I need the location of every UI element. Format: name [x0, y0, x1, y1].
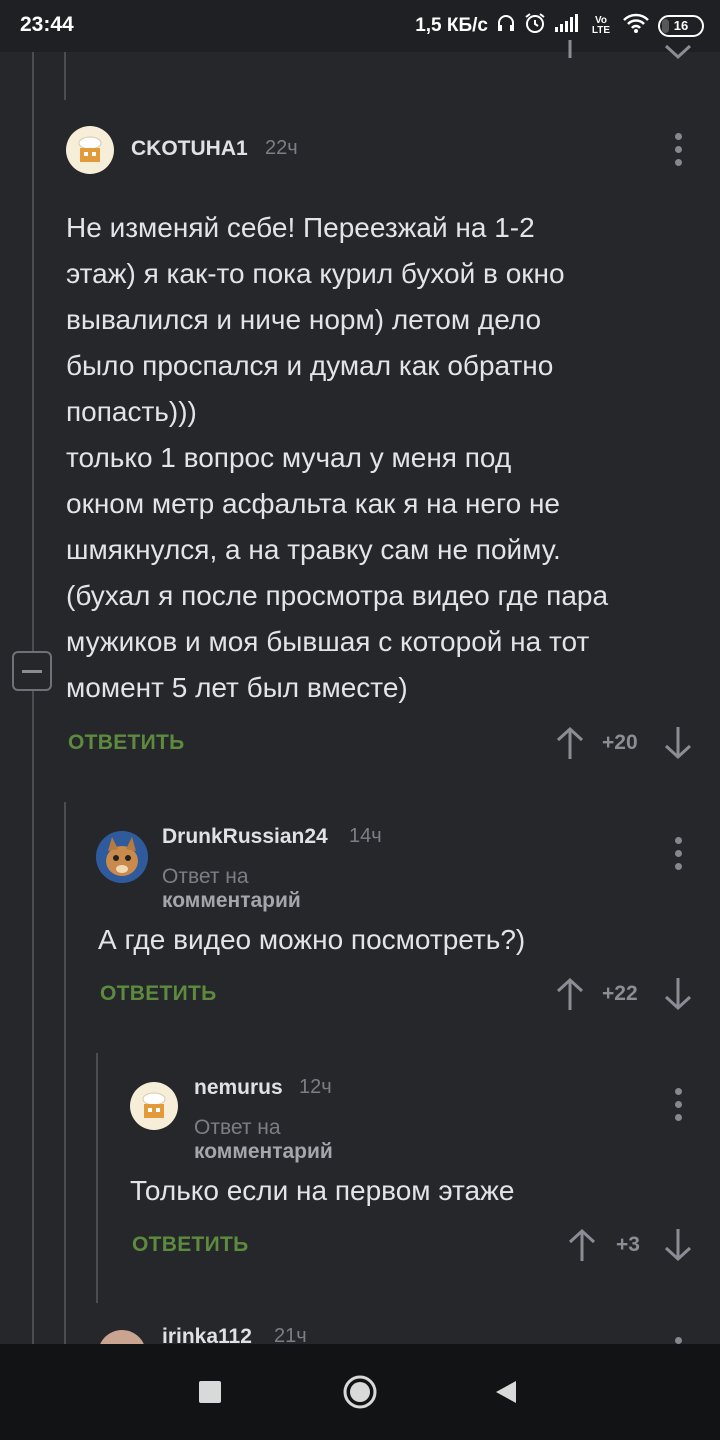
arrow-down-icon[interactable] [664, 977, 692, 1016]
more-vertical-icon[interactable] [668, 837, 688, 871]
arrow-down-icon[interactable] [664, 726, 692, 765]
arrow-down-icon[interactable] [664, 1228, 692, 1267]
arrow-up-icon[interactable] [562, 40, 578, 63]
comment-author[interactable]: DrunkRussian24 [162, 825, 328, 849]
arrow-up-icon[interactable] [556, 726, 584, 765]
comment-author[interactable]: nemurus [194, 1076, 283, 1100]
comment-body: А где видео можно посмотреть?) [98, 924, 526, 955]
thread-line-level1 [64, 802, 66, 1344]
comment-time: 22ч [265, 137, 298, 159]
thread-line-parent-tail [64, 52, 66, 100]
more-vertical-icon[interactable] [668, 1088, 688, 1122]
network-speed: 1,5 КБ/с [415, 15, 488, 36]
reply-to-link[interactable]: комментарий [162, 889, 301, 912]
signal-icon [554, 13, 580, 39]
avatar[interactable] [130, 1082, 178, 1130]
avatar[interactable] [96, 831, 148, 883]
avatar[interactable] [66, 126, 114, 174]
reply-to-line: Ответ на комментарий [162, 865, 301, 913]
arrow-up-icon[interactable] [568, 1228, 596, 1267]
status-bar: 23:44 1,5 КБ/с Vo LTE 16 [0, 0, 720, 52]
comment-rating: +20 [602, 731, 638, 754]
arrow-down-icon[interactable] [664, 44, 692, 65]
headphones-icon [496, 13, 516, 39]
comment-rating: +22 [602, 982, 638, 1005]
reply-button[interactable]: ОТВЕТИТЬ [68, 731, 185, 755]
thread-line-level2 [96, 1053, 98, 1303]
status-icons: 1,5 КБ/с Vo LTE 16 [415, 12, 704, 40]
volte-label: Vo LTE [591, 15, 611, 36]
wifi-icon [622, 12, 650, 40]
more-vertical-icon[interactable] [668, 133, 688, 167]
home-icon[interactable] [342, 1374, 378, 1415]
collapse-minus-icon[interactable] [12, 651, 52, 691]
arrow-up-icon[interactable] [556, 977, 584, 1016]
status-time: 23:44 [20, 13, 74, 36]
comment-body: Только если на первом этаже [130, 1175, 515, 1206]
comment-time: 12ч [299, 1076, 332, 1098]
reply-button[interactable]: ОТВЕТИТЬ [100, 982, 217, 1006]
thread-line-outer [32, 52, 34, 1344]
comment-author[interactable]: CKOTUHA1 [131, 137, 248, 161]
back-icon[interactable] [494, 1380, 518, 1409]
reply-to-prefix: Ответ на [162, 865, 249, 888]
reply-to-prefix: Ответ на [194, 1116, 281, 1139]
comment-time: 14ч [349, 825, 382, 847]
reply-to-line: Ответ на комментарий [194, 1116, 333, 1164]
battery-level: 16 [673, 18, 689, 33]
alarm-icon [524, 12, 546, 40]
comment-body: Не изменяй себе! Переезжай на 1-2 этаж) … [66, 212, 609, 703]
system-nav-bar [0, 1344, 720, 1440]
battery-icon: 16 [658, 15, 704, 37]
recent-apps-icon[interactable] [199, 1381, 221, 1403]
reply-to-link[interactable]: комментарий [194, 1140, 333, 1163]
reply-button[interactable]: ОТВЕТИТЬ [132, 1233, 249, 1257]
comment-rating: +3 [616, 1233, 640, 1256]
